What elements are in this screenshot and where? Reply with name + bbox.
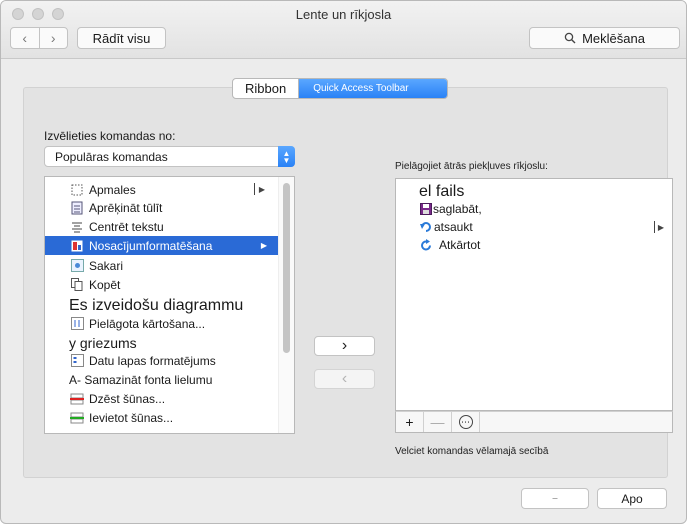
remove-item-button[interactable]: —	[424, 412, 452, 432]
list-item-label: Datu lapas formatējums	[89, 353, 216, 368]
list-item[interactable]: Kopēt	[45, 275, 279, 294]
search-label: Meklēšana	[582, 30, 645, 46]
choose-commands-label: Izvēlieties komandas no:	[44, 129, 176, 143]
remove-command-button[interactable]: ‹	[314, 369, 375, 389]
command-source-value: Populāras komandas	[55, 149, 168, 164]
customize-qat-label: Pielāgojiet ātrās piekļuves rīkjoslu:	[395, 161, 548, 172]
list-item-selected[interactable]: Nosacījumformatēšana ▶	[45, 236, 279, 255]
qat-commands-list[interactable]: el fails saglabāt, atsaukt Atkārtot ▶	[395, 178, 673, 411]
list-item-label: saglabāt,	[433, 202, 482, 216]
commands-list[interactable]: Apmales ▶ Aprēķināt tūlīt Centrēt tekstu…	[44, 176, 295, 434]
list-item[interactable]: Pielāgota kārtošana...	[45, 314, 279, 333]
undo-icon	[420, 222, 431, 232]
connections-icon	[70, 259, 84, 273]
commands-scrollbar[interactable]	[278, 177, 294, 433]
sort-icon	[70, 317, 84, 331]
list-item-label: atsaukt	[434, 220, 473, 234]
insert-cells-icon	[70, 411, 84, 425]
navigation-buttons: ‹ ›	[10, 27, 68, 49]
borders-icon	[70, 183, 84, 197]
calculator-icon	[70, 201, 84, 215]
qat-list-footer: + — ⋯	[395, 411, 673, 433]
list-item[interactable]: Sakari	[45, 256, 279, 275]
delete-cells-icon	[70, 392, 84, 406]
list-item-label: Ievietot šūnas...	[89, 410, 174, 425]
align-center-icon	[70, 220, 84, 234]
conditional-format-icon	[70, 239, 84, 253]
more-options-button[interactable]: ⋯	[452, 412, 480, 432]
list-item[interactable]: Ievietot šūnas...	[45, 408, 279, 427]
list-item[interactable]: saglabāt,	[420, 202, 482, 216]
list-item-label: y griezums	[69, 334, 137, 351]
add-separator-button[interactable]: +	[396, 412, 424, 432]
list-item-label: A- Samazināt fonta lielumu	[69, 372, 213, 387]
list-item-label: Nosacījumformatēšana	[89, 238, 213, 253]
more-icon: ⋯	[458, 415, 473, 429]
title-bar: Lente un rīkjosla ‹ › Rādīt visu Meklēša…	[1, 1, 686, 59]
list-item[interactable]: Centrēt tekstu	[45, 217, 279, 236]
submenu-arrow-icon: ▶	[657, 223, 664, 232]
save-icon	[420, 203, 432, 215]
list-item-label: Dzēst šūnas...	[89, 391, 166, 406]
list-item[interactable]: Es izveidošu diagrammu	[45, 296, 279, 315]
list-item-label: Aprēķināt tūlīt	[89, 200, 163, 215]
list-item-label: Apmales	[89, 182, 136, 197]
list-item-label: Pielāgota kārtošana...	[89, 316, 206, 331]
select-arrows-icon: ▲ ▼	[278, 146, 295, 167]
show-all-button[interactable]: Rādīt visu	[77, 27, 166, 49]
submenu-arrow-icon: ▶	[260, 241, 267, 250]
format-icon	[70, 354, 84, 368]
preferences-window: Lente un rīkjosla ‹ › Rādīt visu Meklēša…	[0, 0, 687, 524]
back-button[interactable]: ‹	[11, 28, 39, 48]
list-item[interactable]: A- Samazināt fonta lielumu	[45, 370, 279, 389]
scrollbar-thumb[interactable]	[283, 183, 290, 353]
list-item[interactable]: Aprēķināt tūlīt	[45, 198, 279, 217]
list-item-label: Centrēt tekstu	[89, 219, 164, 234]
forward-button[interactable]: ›	[38, 28, 68, 48]
list-item[interactable]: Apmales ▶	[45, 180, 279, 199]
list-item[interactable]: Atkārtot	[420, 238, 480, 252]
submenu-arrow-icon: ▶	[258, 185, 265, 194]
list-item-label: Es izveidošu diagrammu	[69, 296, 244, 314]
list-item[interactable]: atsaukt	[420, 220, 473, 234]
search-field[interactable]: Meklēšana	[529, 27, 680, 49]
window-title: Lente un rīkjosla	[295, 7, 392, 22]
copy-icon	[70, 278, 84, 292]
tab-quick-access-toolbar[interactable]: Quick Access Toolbar	[298, 79, 447, 98]
list-item-label: Sakari	[89, 258, 124, 273]
redo-icon	[421, 238, 431, 250]
list-item-label: el fails	[419, 183, 465, 200]
ok-button[interactable]: Apo	[597, 488, 667, 509]
list-item[interactable]: el fails	[419, 183, 464, 201]
search-icon	[564, 32, 576, 44]
submenu-divider	[254, 183, 255, 195]
command-source-select[interactable]: Populāras komandas ▲ ▼	[44, 146, 295, 167]
list-item[interactable]: y griezums	[45, 333, 279, 352]
list-item-label: Atkārtot	[439, 238, 481, 252]
submenu-divider	[654, 221, 655, 233]
list-item[interactable]: Datu lapas formatējums	[45, 351, 279, 370]
tab-ribbon[interactable]: Ribbon	[233, 79, 298, 98]
list-item-label: Kopēt	[89, 277, 121, 292]
add-command-button[interactable]: ›	[314, 336, 375, 356]
tab-bar: Ribbon Quick Access Toolbar	[232, 78, 448, 99]
list-item[interactable]: Dzēst šūnas...	[45, 389, 279, 408]
secondary-button[interactable]: —	[521, 488, 589, 509]
reorder-hint: Velciet komandas vēlamajā secībā	[395, 446, 549, 457]
